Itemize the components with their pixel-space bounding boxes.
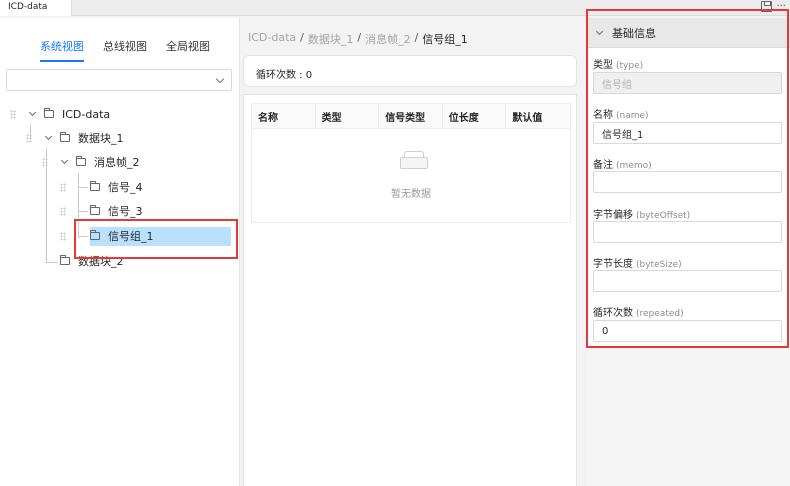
folder-icon	[90, 205, 100, 215]
empty-text: 暂无数据	[391, 189, 431, 200]
breadcrumb: ICD-data / 数据块_1 / 消息帧_2 / 信号组_1	[248, 31, 468, 47]
drag-handle-icon[interactable]	[60, 182, 66, 192]
tree-node-label: 数据块_1	[78, 132, 124, 145]
folder-icon	[76, 156, 86, 166]
signal-table-panel: 名称 类型 信号类型 位长度 默认值 暂无数据	[243, 94, 577, 486]
tree-node-label: 消息帧_2	[94, 156, 140, 169]
folder-icon	[44, 108, 54, 118]
tree-line	[46, 262, 58, 263]
node-select[interactable]	[6, 69, 232, 91]
tab-bus-view[interactable]: 总线视图	[103, 38, 147, 62]
chevron-down-icon[interactable]	[28, 108, 37, 117]
folder-icon	[60, 255, 70, 265]
empty-inbox-icon	[400, 151, 428, 169]
view-tabs: 系统视图 总线视图 全局视图	[40, 38, 210, 62]
tree-node-signal-4[interactable]: 信号_4	[60, 178, 143, 196]
tree-node-label: 信号_3	[108, 205, 143, 218]
table-header: 名称 类型 信号类型 位长度 默认值	[251, 103, 571, 129]
breadcrumb-separator: /	[414, 31, 419, 44]
chevron-down-icon	[215, 74, 225, 84]
column-header-signal-type[interactable]: 信号类型	[379, 104, 443, 128]
column-header-type[interactable]: 类型	[316, 104, 380, 128]
drag-handle-icon[interactable]	[26, 133, 32, 143]
drag-handle-icon[interactable]	[60, 231, 66, 241]
annotation-highlight-tree	[74, 219, 238, 259]
tab-system-view[interactable]: 系统视图	[40, 38, 84, 62]
folder-icon	[60, 132, 70, 142]
tree-node-data-block-1[interactable]: 数据块_1	[26, 129, 124, 147]
tree-node-message-frame-2[interactable]: 消息帧_2	[42, 153, 140, 171]
tree-node-icd-data[interactable]: ICD-data	[10, 105, 110, 123]
drag-handle-icon[interactable]	[10, 109, 16, 119]
folder-icon	[90, 181, 100, 191]
tree-node-label: ICD-data	[62, 107, 111, 121]
chevron-down-icon[interactable]	[44, 132, 53, 141]
tree-node-signal-3[interactable]: 信号_3	[60, 202, 143, 220]
breadcrumb-current: 信号组_1	[422, 33, 468, 46]
drag-handle-icon[interactable]	[60, 206, 66, 216]
annotation-highlight-properties	[586, 9, 789, 348]
tree-node-label: 信号_4	[108, 181, 143, 194]
tab-global-view[interactable]: 全局视图	[166, 38, 210, 62]
drag-handle-icon[interactable]	[42, 157, 48, 167]
breadcrumb-separator: /	[300, 31, 304, 44]
loop-count-text: 循环次数 : 0	[256, 70, 313, 81]
loop-count-card: 循环次数 : 0	[243, 55, 577, 87]
table-empty-state: 暂无数据	[251, 129, 571, 223]
breadcrumb-item[interactable]: ICD-data	[248, 31, 296, 47]
column-header-default-value[interactable]: 默认值	[506, 104, 570, 128]
breadcrumb-separator: /	[357, 31, 362, 44]
breadcrumb-item[interactable]: 消息帧_2	[365, 31, 411, 47]
breadcrumb-item[interactable]: 数据块_1	[308, 31, 354, 47]
column-header-name[interactable]: 名称	[252, 104, 316, 128]
document-tab[interactable]: ICD-data	[0, 0, 72, 16]
chevron-down-icon[interactable]	[60, 156, 69, 165]
column-header-bit-length[interactable]: 位长度	[443, 104, 507, 128]
